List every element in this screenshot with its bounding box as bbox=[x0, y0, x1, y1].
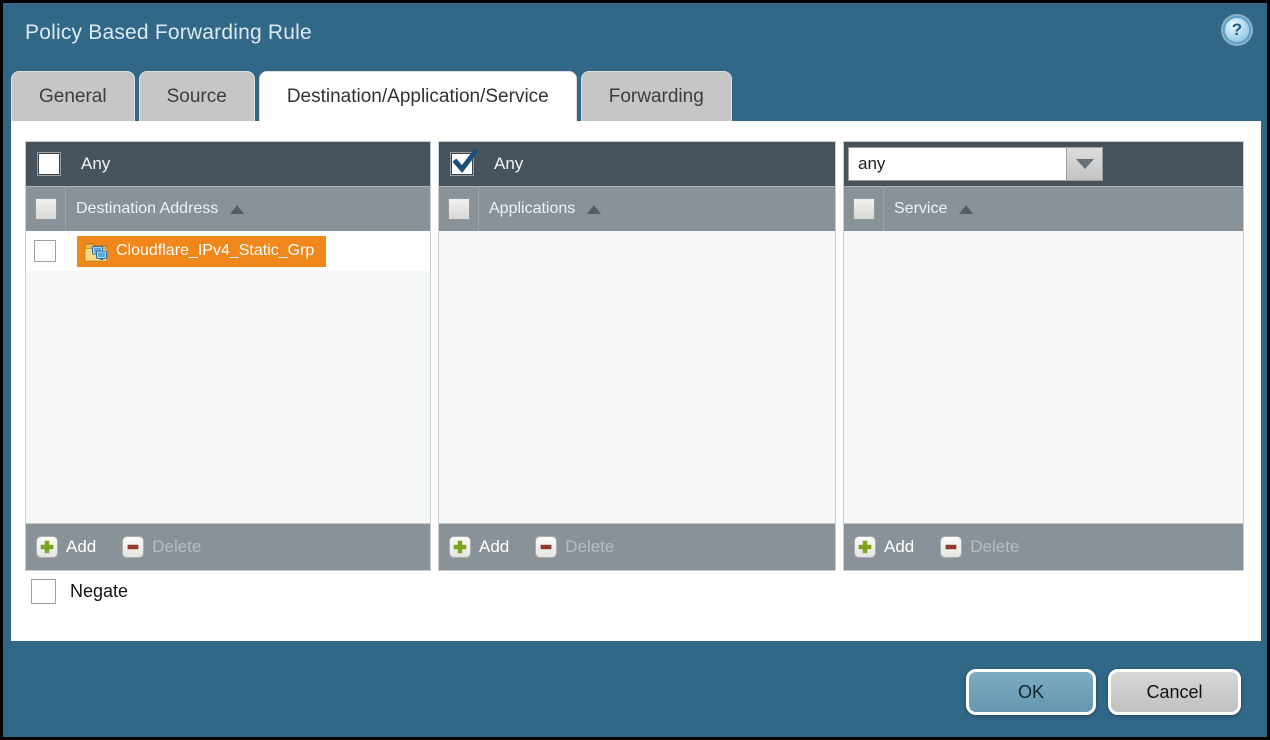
tab-general[interactable]: General bbox=[11, 71, 135, 121]
negate-label: Negate bbox=[70, 581, 128, 602]
destination-any-checkbox[interactable] bbox=[37, 152, 61, 176]
applications-header-checkbox-cell bbox=[439, 187, 479, 231]
chevron-down-icon bbox=[1076, 159, 1094, 169]
plus-icon bbox=[854, 536, 876, 558]
applications-any-bar: Any bbox=[439, 142, 835, 186]
tab-destination-application-service-label: Destination/Application/Service bbox=[287, 86, 549, 108]
address-group-icon bbox=[84, 240, 108, 262]
service-dropdown-bar: any bbox=[844, 142, 1243, 186]
destination-any-bar: Any bbox=[26, 142, 430, 186]
destination-address-list: Cloudflare_IPv4_Static_Grp bbox=[26, 231, 430, 523]
service-add-label: Add bbox=[884, 537, 914, 557]
destination-select-all-checkbox[interactable] bbox=[35, 198, 57, 220]
service-select-all-checkbox[interactable] bbox=[853, 198, 875, 220]
destination-item-label: Cloudflare_IPv4_Static_Grp bbox=[116, 242, 314, 260]
tab-forwarding-label: Forwarding bbox=[609, 86, 704, 108]
tab-source-label: Source bbox=[167, 86, 227, 108]
minus-icon bbox=[940, 536, 962, 558]
destination-add-button[interactable]: Add bbox=[36, 536, 96, 558]
applications-header-row: Applications bbox=[439, 186, 835, 231]
service-header-checkbox-cell bbox=[844, 187, 884, 231]
destination-footer: Add Delete bbox=[26, 523, 430, 570]
negate-checkbox[interactable] bbox=[31, 579, 56, 604]
service-column-header[interactable]: Service bbox=[894, 200, 947, 218]
sort-ascending-icon bbox=[959, 205, 973, 214]
destination-address-column: Any Destination Address bbox=[25, 141, 431, 571]
destination-any-label: Any bbox=[81, 154, 110, 174]
negate-row: Negate bbox=[31, 579, 128, 604]
destination-delete-label: Delete bbox=[152, 537, 201, 557]
service-dropdown-value[interactable]: any bbox=[848, 147, 1067, 181]
applications-delete-button[interactable]: Delete bbox=[535, 536, 614, 558]
applications-add-button[interactable]: Add bbox=[449, 536, 509, 558]
service-dropdown-button[interactable] bbox=[1067, 147, 1103, 181]
applications-footer: Add Delete bbox=[439, 523, 835, 570]
service-delete-label: Delete bbox=[970, 537, 1019, 557]
applications-delete-label: Delete bbox=[565, 537, 614, 557]
applications-any-checkbox[interactable] bbox=[450, 152, 474, 176]
table-row: Cloudflare_IPv4_Static_Grp bbox=[26, 231, 430, 271]
service-header-row: Service bbox=[844, 186, 1243, 231]
destination-delete-button[interactable]: Delete bbox=[122, 536, 201, 558]
service-footer: Add Delete bbox=[844, 523, 1243, 570]
plus-icon bbox=[449, 536, 471, 558]
applications-column-header[interactable]: Applications bbox=[489, 200, 575, 218]
service-column: any Service Add bbox=[843, 141, 1244, 571]
cancel-button[interactable]: Cancel bbox=[1108, 669, 1241, 715]
destination-item-checkbox[interactable] bbox=[34, 240, 56, 262]
tab-general-label: General bbox=[39, 86, 107, 108]
policy-based-forwarding-dialog: Policy Based Forwarding Rule ? General S… bbox=[0, 0, 1270, 740]
tab-forwarding[interactable]: Forwarding bbox=[581, 71, 732, 121]
minus-icon bbox=[122, 536, 144, 558]
sort-ascending-icon bbox=[587, 205, 601, 214]
minus-icon bbox=[535, 536, 557, 558]
dialog-titlebar: Policy Based Forwarding Rule ? bbox=[3, 3, 1267, 71]
applications-column: Any Applications Add D bbox=[438, 141, 836, 571]
sort-ascending-icon bbox=[230, 205, 244, 214]
applications-select-all-checkbox[interactable] bbox=[448, 198, 470, 220]
applications-add-label: Add bbox=[479, 537, 509, 557]
tab-source[interactable]: Source bbox=[139, 71, 255, 121]
destination-address-header-row: Destination Address bbox=[26, 186, 430, 231]
applications-list bbox=[439, 231, 835, 523]
tab-bar: General Source Destination/Application/S… bbox=[11, 71, 732, 122]
destination-address-column-header[interactable]: Destination Address bbox=[76, 200, 218, 218]
service-add-button[interactable]: Add bbox=[854, 536, 914, 558]
destination-header-checkbox-cell bbox=[26, 187, 66, 231]
plus-icon bbox=[36, 536, 58, 558]
tab-destination-application-service[interactable]: Destination/Application/Service bbox=[259, 71, 577, 122]
destination-add-label: Add bbox=[66, 537, 96, 557]
ok-button[interactable]: OK bbox=[966, 669, 1096, 715]
destination-item-cloudflare-group[interactable]: Cloudflare_IPv4_Static_Grp bbox=[77, 236, 326, 267]
service-dropdown: any bbox=[848, 147, 1103, 181]
dialog-title: Policy Based Forwarding Rule bbox=[25, 21, 312, 45]
help-icon[interactable]: ? bbox=[1223, 16, 1251, 44]
tab-content-panel: Any Destination Address bbox=[11, 121, 1261, 641]
service-delete-button[interactable]: Delete bbox=[940, 536, 1019, 558]
applications-any-label: Any bbox=[494, 154, 523, 174]
service-list bbox=[844, 231, 1243, 523]
